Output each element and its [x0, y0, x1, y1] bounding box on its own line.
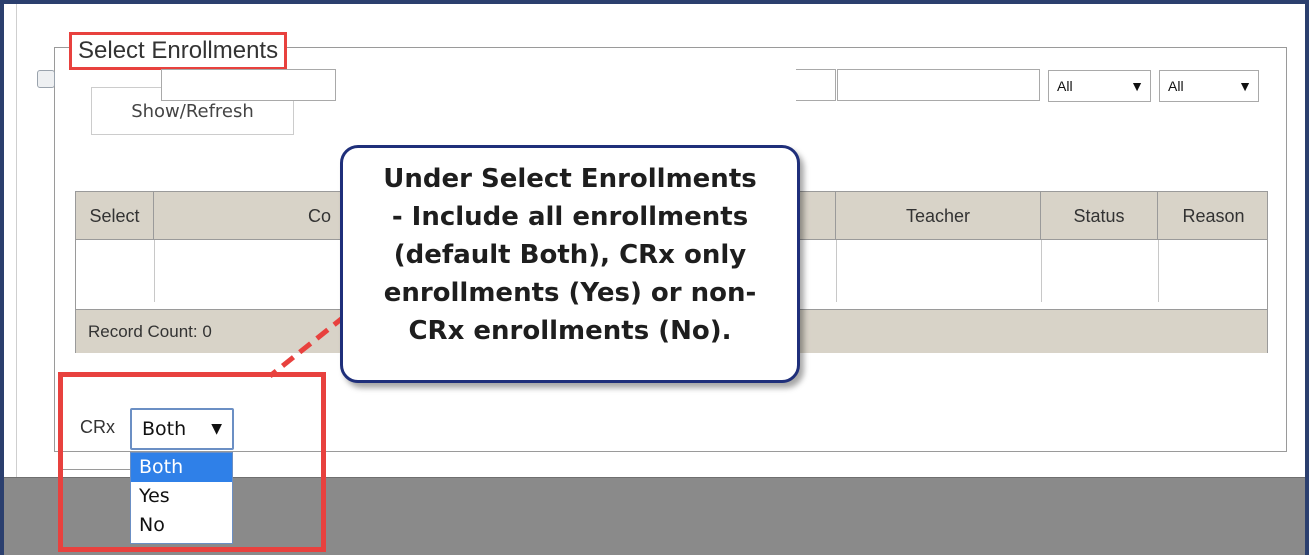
crx-select[interactable]: Both ▼ [130, 408, 234, 450]
callout-line: - Include all enrollments [391, 202, 749, 232]
page: Select Enrollments Show/Refresh Select C… [4, 4, 1305, 555]
chevron-down-icon: ▼ [211, 421, 222, 437]
callout-line: enrollments (Yes) or non- [383, 278, 757, 308]
divider [63, 469, 133, 470]
crx-option-both[interactable]: Both [131, 453, 232, 482]
crx-label: CRx [80, 417, 115, 437]
callout-line: (default Both), CRx only [393, 240, 747, 270]
crx-option-no[interactable]: No [131, 511, 232, 540]
crx-selected-value: Both [142, 418, 187, 440]
annotation-callout: Under Select Enrollments - Include all e… [340, 145, 800, 383]
callout-line: Under Select Enrollments [383, 164, 757, 194]
callout-pointer-line [268, 314, 347, 378]
crx-options-list: Both Yes No [130, 452, 233, 544]
callout-line: CRx enrollments (No). [408, 316, 732, 346]
crx-option-yes[interactable]: Yes [131, 482, 232, 511]
